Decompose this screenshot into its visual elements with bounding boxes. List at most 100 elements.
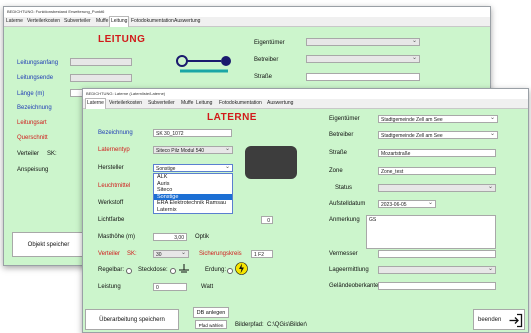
label-vermesser: Vermesser bbox=[329, 251, 358, 257]
label-leitungsende: Leitungsende bbox=[17, 75, 54, 81]
label-steckdose: Steckdose: bbox=[138, 267, 168, 273]
vermesser-input[interactable] bbox=[378, 250, 496, 258]
tab-bar: Laterne Verteilerkosten Subverteiler Muf… bbox=[83, 98, 528, 109]
label-anmerkung: Anmerkung bbox=[329, 217, 360, 223]
label-watt: Watt bbox=[201, 284, 214, 290]
label-werkstoff: Werkstoff bbox=[98, 200, 124, 206]
verteiler-sk-select[interactable]: 30 bbox=[153, 250, 189, 258]
label-lichtfarbe: Lichtfarbe bbox=[98, 217, 125, 223]
label-zone: Zone bbox=[329, 168, 343, 174]
label-anspeisung: Anspeisung bbox=[17, 167, 49, 173]
label-leistung: Leistung bbox=[98, 284, 121, 290]
label-leitungsart: Leitungsart bbox=[17, 120, 47, 126]
label-verteiler-sk: SK: bbox=[127, 251, 137, 257]
eigentuemer-select[interactable]: Stadtgemeinde Zell am See bbox=[378, 115, 498, 123]
label-masthoehe: Masthöhe (m) bbox=[98, 234, 136, 240]
window-title: BEDICHTUNG: Laterne (Laternliste/Laterne… bbox=[83, 89, 528, 99]
anmerkung-textarea[interactable]: GS bbox=[366, 215, 496, 249]
sicherungskreis-input[interactable]: 1 F2 bbox=[251, 250, 273, 258]
label-bilderpfad: Bilderpfad: bbox=[235, 322, 264, 328]
laterne-window: BEDICHTUNG: Laterne (Laternliste/Laterne… bbox=[82, 88, 529, 333]
hersteller-dropdown: ALK Auris Siteco Sonstige ERA Elektrotec… bbox=[153, 173, 233, 214]
label-strasse: Straße bbox=[329, 150, 348, 156]
page-title: LEITUNG bbox=[98, 34, 146, 45]
beenden-label: beenden bbox=[478, 317, 502, 323]
laterne-image bbox=[245, 146, 297, 179]
strasse-input[interactable] bbox=[306, 73, 420, 81]
tab-fotodokumentation[interactable]: Fotodokumentation bbox=[131, 17, 174, 26]
beenden-button[interactable]: beenden bbox=[473, 309, 525, 330]
gelaendeoberkante-input[interactable] bbox=[378, 282, 496, 290]
db-anlegen-button[interactable]: DB anlegen bbox=[193, 307, 229, 318]
cable-icon bbox=[176, 55, 231, 73]
eigentuemer-select[interactable] bbox=[306, 38, 420, 46]
masthoehe-input[interactable]: 3,00 bbox=[153, 233, 187, 241]
label-verteiler: Verteiler bbox=[98, 251, 121, 257]
label-verteiler: Verteiler bbox=[17, 151, 40, 157]
label-gelaendeoberkante: Geländeoberkante bbox=[329, 283, 379, 289]
label-sk: SK: bbox=[47, 151, 57, 157]
label-laenge: Länge (m) bbox=[17, 91, 45, 97]
label-eigentuemer: Eigentümer bbox=[329, 116, 360, 122]
tab-subverteiler[interactable]: Subverteiler bbox=[148, 99, 175, 108]
tab-laterne[interactable]: Laterne bbox=[6, 17, 23, 26]
betreiber-select[interactable]: Stadtgemeinde Zell am See bbox=[378, 131, 498, 139]
tab-muffe[interactable]: Muffe bbox=[96, 17, 108, 26]
label-betreiber: Betreiber bbox=[254, 57, 279, 63]
dropdown-option[interactable]: ERA Elektrotechnik Ramsau bbox=[154, 200, 232, 207]
label-leuchtmittel: Leuchtmittel bbox=[98, 183, 131, 189]
pfad-waehlen-button[interactable]: Pfad wählen bbox=[195, 320, 227, 329]
tab-auswertung[interactable]: Auswertung bbox=[267, 99, 293, 108]
leitungsende-input[interactable] bbox=[70, 74, 132, 82]
leitungsanfang-input[interactable] bbox=[70, 58, 132, 66]
tab-subverteiler[interactable]: Subverteiler bbox=[64, 17, 91, 26]
bezeichnung-input[interactable]: SK 30_1072 bbox=[153, 129, 232, 137]
tab-bar: Laterne Verteilerkosten Subverteiler Muf… bbox=[4, 16, 490, 27]
ground-symbol-icon bbox=[179, 264, 189, 273]
steckdose-radio[interactable] bbox=[170, 268, 176, 274]
label-lageermittlung: Lageermittlung bbox=[329, 267, 369, 273]
label-hersteller: Hersteller bbox=[98, 165, 124, 171]
label-laternentyp: Laternentyp bbox=[98, 147, 130, 153]
label-sicherungskreis: Sicherungskreis bbox=[199, 251, 242, 257]
laternentyp-select[interactable]: Siteco Pilz Modul 540 bbox=[153, 146, 233, 154]
ueberarbeitung-speichern-button[interactable]: Überarbeitung speichern bbox=[85, 309, 179, 330]
tab-leitung[interactable]: Leitung bbox=[196, 99, 212, 108]
label-optik: Optik bbox=[195, 234, 210, 240]
label-eigentuemer: Eigentümer bbox=[254, 40, 285, 46]
bilderpfad-value: C:\QGis\Bilder\ bbox=[267, 322, 308, 328]
label-aufstelldatum: Aufstelldatum bbox=[329, 201, 366, 207]
tab-laterne[interactable]: Laterne bbox=[85, 98, 106, 109]
aufstelldatum-picker[interactable]: 2023-06-05 bbox=[378, 200, 436, 208]
strasse-input[interactable]: Mozartstraße bbox=[378, 149, 496, 157]
label-status: Status bbox=[335, 185, 353, 191]
status-select[interactable] bbox=[378, 184, 496, 192]
lageermittlung-select[interactable] bbox=[378, 266, 496, 274]
tab-leitung[interactable]: Leitung bbox=[109, 16, 130, 27]
hersteller-select[interactable]: Sonstige bbox=[153, 164, 233, 172]
zone-input[interactable]: Zone_test bbox=[378, 167, 496, 175]
label-leitungsanfang: Leitungsanfang bbox=[17, 60, 59, 66]
erdung-radio[interactable] bbox=[227, 268, 233, 274]
objekt-speichern-button[interactable]: Objekt speicher bbox=[12, 232, 85, 257]
window-title: BEDICHTUNG: Funktionsbestand Erweiterung… bbox=[4, 7, 490, 17]
regelbar-radio[interactable] bbox=[126, 268, 132, 274]
label-regelbar: Regelbar: bbox=[98, 267, 125, 273]
high-voltage-icon bbox=[235, 262, 248, 275]
tab-auswertung[interactable]: Auswertung bbox=[174, 17, 200, 26]
tab-muffe[interactable]: Muffe bbox=[181, 99, 193, 108]
betreiber-select[interactable] bbox=[306, 55, 420, 63]
label-erdung: Erdung: bbox=[205, 267, 227, 273]
label-bezeichnung: Bezeichnung bbox=[17, 105, 52, 111]
lichtfarbe-input[interactable]: 0 bbox=[261, 216, 273, 224]
tab-fotodokumentation[interactable]: Fotodokumentation bbox=[219, 99, 262, 108]
tab-verteilerkosten[interactable]: Verteilerkosten bbox=[109, 99, 142, 108]
leistung-input[interactable]: 0 bbox=[153, 283, 187, 291]
page-title: LATERNE bbox=[207, 112, 257, 123]
label-strasse: Straße bbox=[254, 74, 273, 80]
tab-verteilerkosten[interactable]: Verteilerkosten bbox=[27, 17, 60, 26]
label-betreiber: Betreiber bbox=[329, 132, 354, 138]
exit-icon bbox=[509, 313, 523, 328]
dropdown-option[interactable]: Laternix bbox=[154, 207, 232, 214]
label-bezeichnung: Bezeichnung bbox=[98, 130, 133, 136]
